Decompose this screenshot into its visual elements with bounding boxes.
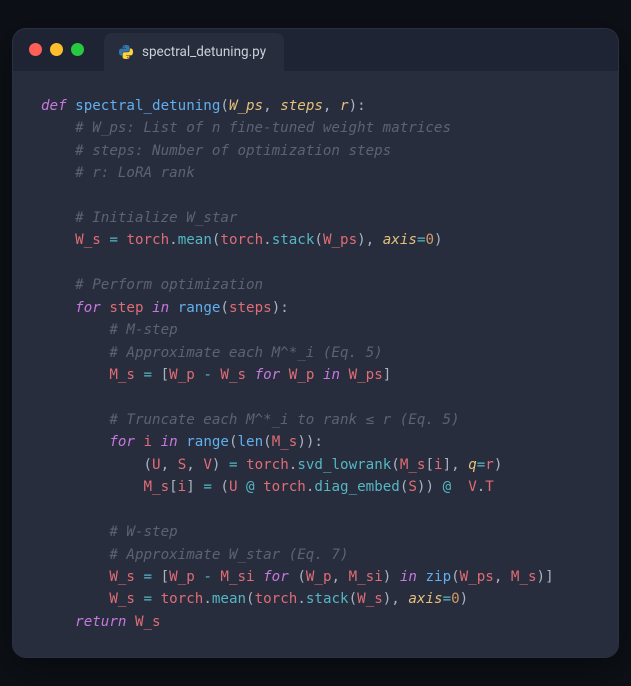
code-line: # Approximate each M^*_i (Eq. 5) — [41, 342, 598, 364]
code-line: # Initialize W_star — [41, 207, 598, 229]
close-icon[interactable] — [29, 43, 42, 56]
code-line: return W_s — [41, 611, 598, 633]
minimize-icon[interactable] — [50, 43, 63, 56]
code-line: # W-step — [41, 521, 598, 543]
code-line: W_s = [W_p - M_si for (W_p, M_si) in zip… — [41, 566, 598, 588]
code-editor[interactable]: def spectral_detuning(W_ps, steps, r): #… — [13, 71, 618, 658]
code-line: # M-step — [41, 319, 598, 341]
code-line: for step in range(steps): — [41, 297, 598, 319]
code-line: # Approximate W_star (Eq. 7) — [41, 544, 598, 566]
code-line: W_s = torch.mean(torch.stack(W_ps), axis… — [41, 229, 598, 251]
code-line: W_s = torch.mean(torch.stack(W_s), axis=… — [41, 588, 598, 610]
code-line — [41, 499, 598, 521]
code-line: for i in range(len(M_s)): — [41, 431, 598, 453]
python-icon — [118, 44, 134, 60]
maximize-icon[interactable] — [71, 43, 84, 56]
window-controls — [29, 43, 84, 56]
editor-window: spectral_detuning.py def spectral_detuni… — [12, 28, 619, 659]
code-line: # Perform optimization — [41, 274, 598, 296]
code-line: def spectral_detuning(W_ps, steps, r): — [41, 95, 598, 117]
code-line: M_s = [W_p - W_s for W_p in W_ps] — [41, 364, 598, 386]
code-line: # r: LoRA rank — [41, 162, 598, 184]
code-line — [41, 252, 598, 274]
code-line: M_s[i] = (U @ torch.diag_embed(S)) @ V.T — [41, 476, 598, 498]
code-line: # Truncate each M^*_i to rank ≤ r (Eq. 5… — [41, 409, 598, 431]
code-line — [41, 185, 598, 207]
titlebar: spectral_detuning.py — [13, 29, 618, 71]
file-tab[interactable]: spectral_detuning.py — [104, 33, 284, 71]
tab-filename: spectral_detuning.py — [142, 44, 266, 60]
code-line: # W_ps: List of n fine-tuned weight matr… — [41, 117, 598, 139]
code-line: # steps: Number of optimization steps — [41, 140, 598, 162]
code-line: (U, S, V) = torch.svd_lowrank(M_s[i], q=… — [41, 454, 598, 476]
code-line — [41, 386, 598, 408]
